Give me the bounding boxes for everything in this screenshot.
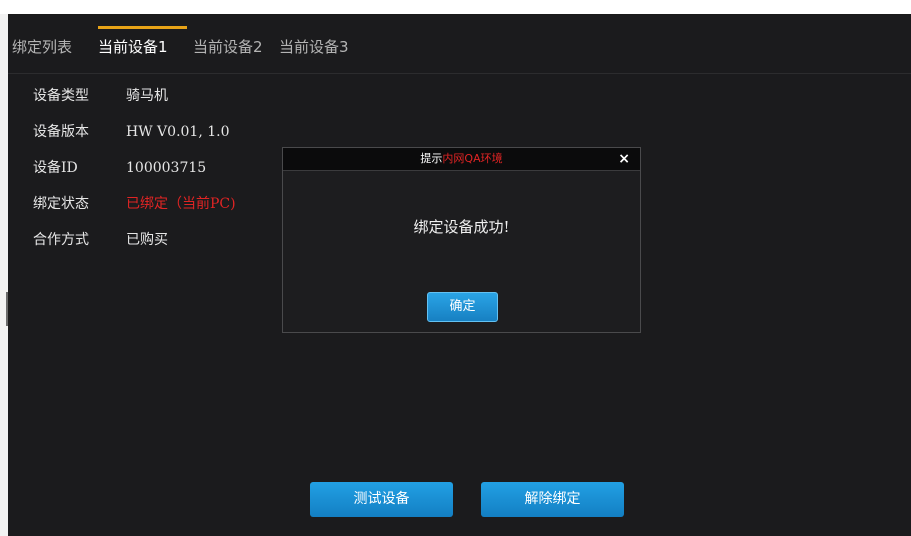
device-id-value: 100003715 xyxy=(126,160,207,176)
dialog-title: 提示内网QA环境 xyxy=(283,148,640,170)
close-icon[interactable]: × xyxy=(618,148,630,170)
top-title-strip xyxy=(0,0,911,15)
tab-current-device-3[interactable]: 当前设备3 xyxy=(279,35,349,59)
device-version-value: HW V0.01, 1.0 xyxy=(126,124,230,140)
tab-bind-list[interactable]: 绑定列表 xyxy=(12,35,72,59)
active-tab-indicator xyxy=(98,26,187,29)
bind-status-value: 已绑定（当前PC) xyxy=(126,196,236,212)
dialog-message: 绑定设备成功! xyxy=(413,218,510,236)
device-window: 绑定列表 当前设备1 当前设备2 当前设备3 设备类型 骑马机 设备版本 HW … xyxy=(8,15,911,536)
app-root: 绑定列表 当前设备1 当前设备2 当前设备3 设备类型 骑马机 设备版本 HW … xyxy=(0,0,911,536)
unbind-button[interactable]: 解除绑定 xyxy=(481,482,624,517)
device-version-label: 设备版本 xyxy=(33,124,89,140)
bind-status-label: 绑定状态 xyxy=(33,196,89,212)
device-type-value: 骑马机 xyxy=(126,88,168,104)
left-edge xyxy=(0,14,8,536)
tab-bar: 绑定列表 当前设备1 当前设备2 当前设备3 xyxy=(8,15,911,74)
cooperation-label: 合作方式 xyxy=(33,232,89,248)
test-device-button[interactable]: 测试设备 xyxy=(310,482,453,517)
device-id-label: 设备ID xyxy=(33,160,78,176)
environment-label: 内网QA环境 xyxy=(442,152,503,165)
tab-current-device-2[interactable]: 当前设备2 xyxy=(193,35,263,59)
device-type-label: 设备类型 xyxy=(33,88,89,104)
success-dialog: 提示内网QA环境 × 绑定设备成功! 确定 xyxy=(282,147,641,333)
dialog-title-text: 提示 xyxy=(420,152,443,165)
ok-button[interactable]: 确定 xyxy=(427,292,498,322)
dialog-header: 提示内网QA环境 × xyxy=(283,148,640,171)
cooperation-value: 已购买 xyxy=(126,232,168,248)
tab-current-device-1[interactable]: 当前设备1 xyxy=(98,35,168,59)
